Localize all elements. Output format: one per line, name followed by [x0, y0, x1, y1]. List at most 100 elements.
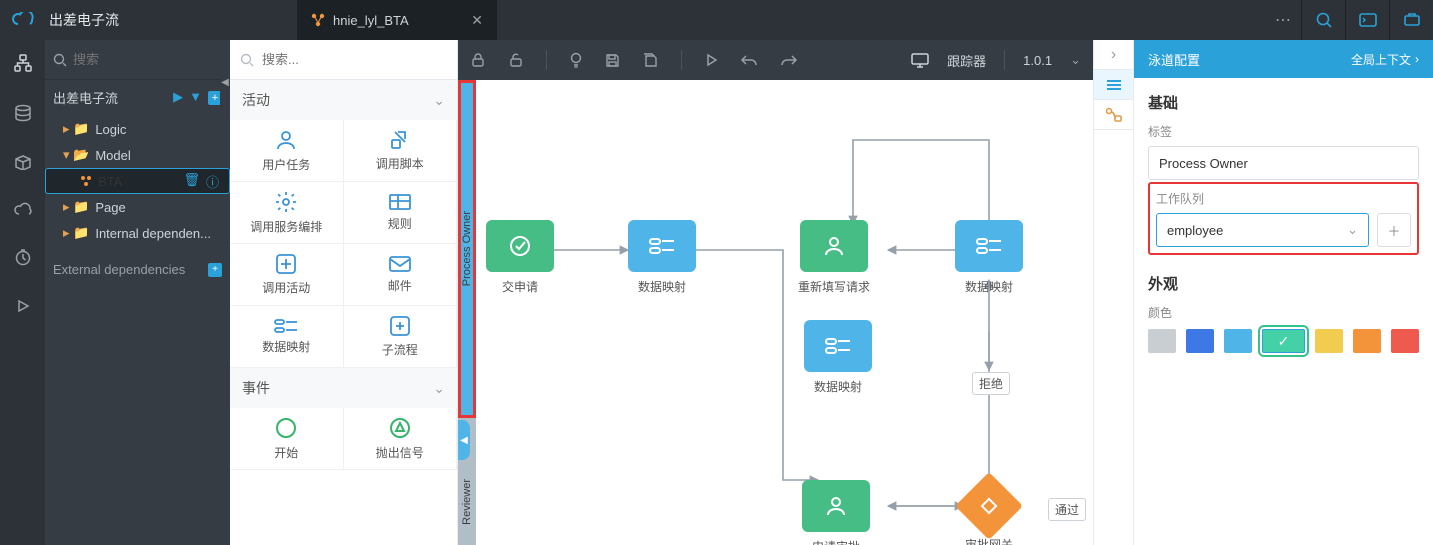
palette-item[interactable]: 用户任务 [230, 120, 344, 182]
user-icon [800, 220, 868, 272]
chevron-down-icon[interactable]: ⌄ [1070, 52, 1081, 68]
node-label: 重新填写请求 [798, 278, 870, 295]
palette-item[interactable]: 调用服务编排 [230, 182, 344, 244]
project-header[interactable]: 出差电子流 ▶ ▼ + [45, 80, 230, 114]
version-label[interactable]: 1.0.1 [1023, 53, 1052, 68]
redo-icon[interactable] [780, 53, 798, 67]
lock-icon[interactable] [470, 52, 486, 68]
bpmn-canvas[interactable]: Process Owner Reviewer ◀ 交申请 数据映射 [458, 80, 1093, 545]
work-queue-group: 工作队列 employee ⌄ ＋ [1148, 182, 1419, 255]
play-icon[interactable] [704, 53, 718, 67]
folder-icon: ▸ 📁 [63, 199, 89, 215]
color-swatch[interactable] [1262, 329, 1305, 353]
explorer-search[interactable] [45, 40, 230, 80]
saveall-icon[interactable] [642, 52, 659, 69]
plus-icon [275, 253, 297, 275]
color-swatch[interactable] [1148, 329, 1176, 353]
project-name: 出差电子流 [53, 88, 118, 107]
unlock-icon[interactable] [508, 52, 524, 68]
database-icon[interactable] [14, 104, 32, 122]
search-top-icon[interactable] [1301, 0, 1345, 40]
label-input[interactable] [1148, 146, 1419, 180]
node-approve[interactable]: 申请审批 [802, 480, 870, 545]
title-bar: 出差电子流 hnie_lyl_BTA ✕ ⋯ [0, 0, 1433, 40]
tree-item-logic[interactable]: ▸ 📁Logic [45, 116, 230, 142]
global-context-link[interactable]: 全局上下文› [1351, 51, 1419, 68]
delete-icon[interactable]: 🗑 [183, 172, 200, 191]
node-gateway[interactable]: 审批网关 [965, 482, 1013, 545]
activity-palette: 活动⌄用户任务调用脚本调用服务编排规则调用活动邮件数据映射子流程事件⌄开始抛出信… [230, 40, 458, 545]
chevron-down-icon: ⌄ [433, 380, 445, 397]
collapse-explorer-icon[interactable]: ◀ [220, 52, 230, 112]
tree-item-model[interactable]: ▾ 📂Model [45, 142, 230, 168]
node-map2[interactable]: 数据映射 [955, 220, 1023, 295]
box-icon[interactable] [14, 154, 32, 170]
gear-icon [274, 190, 298, 214]
bulb-icon[interactable] [569, 52, 583, 68]
color-swatch[interactable] [1391, 329, 1419, 353]
palette-item[interactable]: 调用活动 [230, 244, 344, 306]
datamap-icon [804, 320, 872, 372]
queue-value: employee [1167, 223, 1223, 238]
palette-item[interactable]: 数据映射 [230, 306, 344, 368]
palette-item[interactable]: 调用脚本 [344, 120, 458, 182]
palette-section[interactable]: 活动⌄ [230, 80, 457, 120]
palette-search[interactable] [230, 40, 457, 80]
tree-item-internal dependen...[interactable]: ▸ 📁Internal dependen... [45, 220, 230, 246]
add-queue-button[interactable]: ＋ [1377, 213, 1411, 247]
node-submit[interactable]: 交申请 [486, 220, 554, 295]
lane-label: Process Owner [461, 211, 473, 286]
add-external-icon[interactable]: + [208, 263, 222, 277]
folder-icon: ▾ 📂 [63, 147, 89, 163]
run-icon[interactable]: ▶ [173, 89, 183, 105]
color-swatch[interactable] [1224, 329, 1252, 353]
tab-bta[interactable]: hnie_lyl_BTA ✕ [297, 0, 497, 40]
node-map1[interactable]: 数据映射 [628, 220, 696, 295]
node-label: 申请审批 [812, 538, 860, 545]
save-icon[interactable] [605, 53, 620, 68]
tracker-label[interactable]: 跟踪器 [947, 51, 986, 70]
node-label: 数据映射 [814, 378, 862, 395]
node-rewrite[interactable]: 重新填写请求 [798, 220, 870, 295]
info-icon[interactable]: ⓘ [206, 172, 219, 191]
tree-item-page[interactable]: ▸ 📁Page [45, 194, 230, 220]
lane-process-owner[interactable]: Process Owner [458, 80, 476, 418]
editor-toolbar: 跟踪器 1.0.1 ⌄ [458, 40, 1093, 80]
palette-item[interactable]: 抛出信号 [344, 408, 458, 470]
undo-icon[interactable] [740, 53, 758, 67]
datamap-icon [628, 220, 696, 272]
color-swatch[interactable] [1353, 329, 1381, 353]
app-title: 出差电子流 [45, 10, 297, 30]
color-swatch[interactable] [1315, 329, 1343, 353]
color-swatch[interactable] [1186, 329, 1214, 353]
queue-select[interactable]: employee ⌄ [1156, 213, 1369, 247]
user-icon [802, 480, 870, 532]
play-rail-icon[interactable] [15, 298, 31, 314]
terminal-icon[interactable] [1345, 0, 1389, 40]
more-icon[interactable]: ⋯ [1265, 10, 1301, 30]
sitemap-icon[interactable] [14, 54, 32, 72]
app-logo-icon [0, 12, 45, 28]
cloud-icon[interactable] [13, 202, 33, 216]
palette-item[interactable]: 子流程 [344, 306, 458, 368]
external-deps-header[interactable]: External dependencies + [45, 248, 230, 281]
tree-item-bta[interactable]: BTA🗑ⓘ [45, 168, 230, 194]
expand-right-icon[interactable]: › [1094, 40, 1133, 70]
palette-item[interactable]: 规则 [344, 182, 458, 244]
filter-icon[interactable]: ▼ [189, 89, 202, 105]
user-icon [274, 128, 298, 152]
flow-tab-icon[interactable] [1094, 100, 1133, 130]
section-appearance: 外观 [1148, 273, 1419, 294]
palette-item[interactable]: 开始 [230, 408, 344, 470]
close-icon[interactable]: ✕ [471, 12, 483, 29]
lane-expand-icon[interactable]: ◀ [458, 420, 470, 460]
package-icon[interactable] [1389, 0, 1433, 40]
circle-icon [274, 416, 298, 440]
palette-section[interactable]: 事件⌄ [230, 368, 457, 408]
palette-search-input[interactable] [262, 52, 447, 67]
node-map3[interactable]: 数据映射 [804, 320, 872, 395]
monitor-icon[interactable] [911, 53, 929, 68]
lane-tab-icon[interactable] [1094, 70, 1133, 100]
timer-icon[interactable] [14, 248, 32, 266]
palette-item[interactable]: 邮件 [344, 244, 458, 306]
